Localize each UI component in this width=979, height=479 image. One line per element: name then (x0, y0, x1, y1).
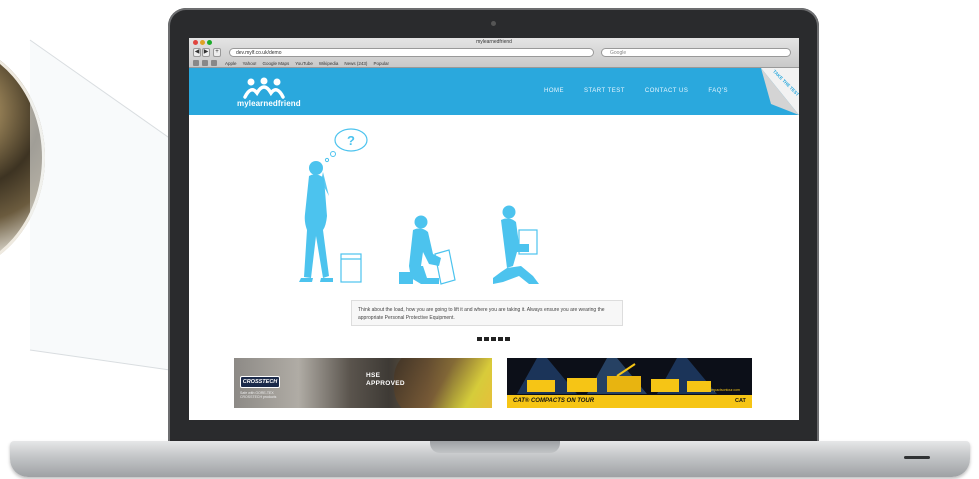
cat-logo: CAT (735, 398, 746, 404)
bookmark-item[interactable]: Popular (373, 59, 389, 68)
bookmark-item[interactable]: Apple (225, 59, 237, 68)
boot-image (394, 358, 492, 408)
laptop-notch (430, 441, 560, 453)
menu-item-contact-us[interactable]: CONTACT US (645, 88, 688, 94)
slide-pager (477, 337, 510, 341)
window-title: mylearnedfriend (476, 39, 512, 45)
manual-handling-illustration: ? (299, 128, 539, 285)
figure-standing (299, 161, 333, 282)
site-header: mylearnedfriend HOME START TEST CONTACT … (189, 68, 799, 115)
bookmark-item[interactable]: Google Maps (262, 59, 289, 68)
figure-lifting (493, 205, 539, 284)
bookmark-item[interactable]: YouTube (295, 59, 313, 68)
laptop-product-shot: mylearnedfriend ◀ ▶ + dev.mylf.co.uk/dem… (0, 0, 979, 479)
logo-text: mylearnedfriend (237, 99, 301, 108)
hse-approved-text: HSE APPROVED (366, 372, 405, 388)
menu-item-home[interactable]: HOME (544, 88, 564, 94)
previous-slide-button[interactable] (484, 337, 489, 341)
menu-item-start-test[interactable]: START TEST (584, 88, 625, 94)
cat-site-text: catcompactsontour.com (703, 388, 740, 392)
main-menu: HOME START TEST CONTACT US FAQ'S (544, 88, 728, 94)
approved-line: APPROVED (366, 380, 405, 387)
webcam-icon (491, 21, 496, 26)
take-test-corner-ribbon[interactable]: TAKE THE TEST (761, 68, 799, 115)
first-slide-button[interactable] (477, 337, 482, 341)
figure-kneeling (399, 215, 441, 284)
search-field[interactable]: Google (601, 48, 791, 57)
laptop-screen: mylearnedfriend ◀ ▶ + dev.mylf.co.uk/dem… (189, 38, 799, 420)
forward-button[interactable]: ▶ (202, 48, 210, 57)
crosstech-banner[interactable]: CROSSTECH Safe with GORE-TEX CROSSTECH p… (234, 358, 492, 408)
add-bookmark-button[interactable]: + (213, 48, 221, 57)
hse-line: HSE (366, 372, 381, 379)
bookmarks-bar: Apple Yahoo! Google Maps YouTube Wikiped… (189, 59, 799, 68)
browser-chrome: mylearnedfriend ◀ ▶ + dev.mylf.co.uk/dem… (189, 38, 799, 68)
last-slide-button[interactable] (505, 337, 510, 341)
bookmark-item[interactable]: Yahoo! (243, 59, 257, 68)
crosstech-logo: CROSSTECH (240, 376, 280, 388)
instruction-caption: Think about the load, how you are going … (351, 300, 623, 326)
back-button[interactable]: ◀ (193, 48, 201, 57)
magnifier-circle (0, 40, 45, 275)
site-logo[interactable]: mylearnedfriend (237, 74, 307, 112)
play-button[interactable] (491, 337, 496, 341)
url-field[interactable]: dev.mylf.co.uk/demo (229, 48, 594, 57)
bookmark-item[interactable]: News (243) (344, 59, 367, 68)
cat-headline: CAT® COMPACTS ON TOUR (513, 398, 595, 404)
crosstech-subtext: Safe with GORE-TEX CROSSTECH products (240, 391, 277, 399)
thought-bubble: ? (324, 128, 368, 163)
menu-item-faqs[interactable]: FAQ'S (708, 88, 728, 94)
next-slide-button[interactable] (498, 337, 503, 341)
box-1 (340, 253, 362, 283)
cat-compacts-banner[interactable]: catcompactsontour.com CAT® COMPACTS ON T… (507, 358, 752, 408)
sleep-indicator (904, 456, 930, 459)
people-logo-icon (243, 77, 285, 99)
browser-toolbar: ◀ ▶ + dev.mylf.co.uk/demo Google (189, 47, 799, 59)
question-mark: ? (347, 133, 355, 148)
bookmark-item[interactable]: Wikipedia (319, 59, 339, 68)
